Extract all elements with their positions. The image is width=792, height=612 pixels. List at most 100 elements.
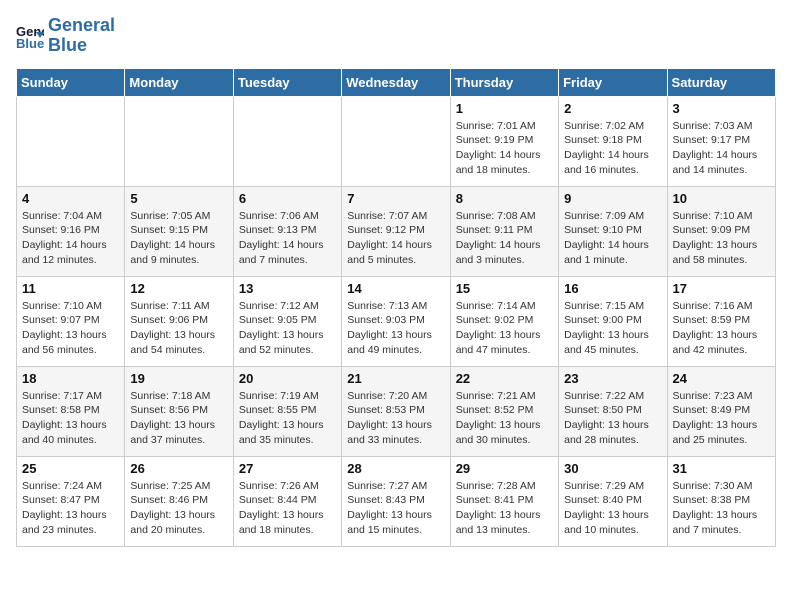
day-number: 21 bbox=[347, 371, 444, 386]
day-info: Sunrise: 7:09 AM Sunset: 9:10 PM Dayligh… bbox=[564, 209, 661, 268]
day-number: 3 bbox=[673, 101, 770, 116]
day-number: 27 bbox=[239, 461, 336, 476]
calendar-week-row: 18 Sunrise: 7:17 AM Sunset: 8:58 PM Dayli… bbox=[17, 366, 776, 456]
day-number: 11 bbox=[22, 281, 119, 296]
calendar-cell: 12 Sunrise: 7:11 AM Sunset: 9:06 PM Dayli… bbox=[125, 276, 233, 366]
day-info: Sunrise: 7:19 AM Sunset: 8:55 PM Dayligh… bbox=[239, 389, 336, 448]
calendar-week-row: 25 Sunrise: 7:24 AM Sunset: 8:47 PM Dayli… bbox=[17, 456, 776, 546]
calendar-cell: 24Sunrise: 7:23 AM Sunset: 8:49 PM Dayli… bbox=[667, 366, 775, 456]
day-number: 8 bbox=[456, 191, 553, 206]
calendar-week-row: 1 Sunrise: 7:01 AM Sunset: 9:19 PM Daylig… bbox=[17, 96, 776, 186]
calendar-cell: 5 Sunrise: 7:05 AM Sunset: 9:15 PM Daylig… bbox=[125, 186, 233, 276]
day-number: 18 bbox=[22, 371, 119, 386]
day-number: 29 bbox=[456, 461, 553, 476]
logo: General Blue GeneralBlue bbox=[16, 16, 115, 56]
calendar-cell: 14 Sunrise: 7:13 AM Sunset: 9:03 PM Dayli… bbox=[342, 276, 450, 366]
day-info: Sunrise: 7:20 AM Sunset: 8:53 PM Dayligh… bbox=[347, 389, 444, 448]
calendar-cell: 30 Sunrise: 7:29 AM Sunset: 8:40 PM Dayli… bbox=[559, 456, 667, 546]
calendar-cell: 19 Sunrise: 7:18 AM Sunset: 8:56 PM Dayli… bbox=[125, 366, 233, 456]
calendar-cell: 7Sunrise: 7:07 AM Sunset: 9:12 PM Daylig… bbox=[342, 186, 450, 276]
day-number: 6 bbox=[239, 191, 336, 206]
calendar-cell: 4 Sunrise: 7:04 AM Sunset: 9:16 PM Daylig… bbox=[17, 186, 125, 276]
day-info: Sunrise: 7:27 AM Sunset: 8:43 PM Dayligh… bbox=[347, 479, 444, 538]
day-info: Sunrise: 7:08 AM Sunset: 9:11 PM Dayligh… bbox=[456, 209, 553, 268]
day-number: 19 bbox=[130, 371, 227, 386]
day-info: Sunrise: 7:02 AM Sunset: 9:18 PM Dayligh… bbox=[564, 119, 661, 178]
day-info: Sunrise: 7:12 AM Sunset: 9:05 PM Dayligh… bbox=[239, 299, 336, 358]
day-number: 25 bbox=[22, 461, 119, 476]
page-header: General Blue GeneralBlue bbox=[16, 16, 776, 56]
day-info: Sunrise: 7:30 AM Sunset: 8:38 PM Dayligh… bbox=[673, 479, 770, 538]
weekday-header-monday: Monday bbox=[125, 68, 233, 96]
calendar-cell bbox=[342, 96, 450, 186]
calendar-cell: 25 Sunrise: 7:24 AM Sunset: 8:47 PM Dayli… bbox=[17, 456, 125, 546]
calendar-cell: 9 Sunrise: 7:09 AM Sunset: 9:10 PM Daylig… bbox=[559, 186, 667, 276]
day-info: Sunrise: 7:25 AM Sunset: 8:46 PM Dayligh… bbox=[130, 479, 227, 538]
day-number: 12 bbox=[130, 281, 227, 296]
logo-text: GeneralBlue bbox=[48, 16, 115, 56]
calendar-cell: 11 Sunrise: 7:10 AM Sunset: 9:07 PM Dayli… bbox=[17, 276, 125, 366]
day-number: 4 bbox=[22, 191, 119, 206]
calendar-cell: 27 Sunrise: 7:26 AM Sunset: 8:44 PM Dayli… bbox=[233, 456, 341, 546]
day-info: Sunrise: 7:03 AM Sunset: 9:17 PM Dayligh… bbox=[673, 119, 770, 178]
day-number: 15 bbox=[456, 281, 553, 296]
day-info: Sunrise: 7:04 AM Sunset: 9:16 PM Dayligh… bbox=[22, 209, 119, 268]
calendar-cell: 3 Sunrise: 7:03 AM Sunset: 9:17 PM Daylig… bbox=[667, 96, 775, 186]
calendar-cell: 8 Sunrise: 7:08 AM Sunset: 9:11 PM Daylig… bbox=[450, 186, 558, 276]
calendar-cell: 2 Sunrise: 7:02 AM Sunset: 9:18 PM Daylig… bbox=[559, 96, 667, 186]
day-info: Sunrise: 7:07 AM Sunset: 9:12 PM Dayligh… bbox=[347, 209, 444, 268]
day-info: Sunrise: 7:24 AM Sunset: 8:47 PM Dayligh… bbox=[22, 479, 119, 538]
calendar-cell: 18 Sunrise: 7:17 AM Sunset: 8:58 PM Dayli… bbox=[17, 366, 125, 456]
day-info: Sunrise: 7:14 AM Sunset: 9:02 PM Dayligh… bbox=[456, 299, 553, 358]
calendar-cell: 16 Sunrise: 7:15 AM Sunset: 9:00 PM Dayli… bbox=[559, 276, 667, 366]
day-info: Sunrise: 7:18 AM Sunset: 8:56 PM Dayligh… bbox=[130, 389, 227, 448]
day-info: Sunrise: 7:13 AM Sunset: 9:03 PM Dayligh… bbox=[347, 299, 444, 358]
day-info: Sunrise: 7:26 AM Sunset: 8:44 PM Dayligh… bbox=[239, 479, 336, 538]
day-number: 30 bbox=[564, 461, 661, 476]
day-number: 2 bbox=[564, 101, 661, 116]
calendar-cell bbox=[233, 96, 341, 186]
day-info: Sunrise: 7:28 AM Sunset: 8:41 PM Dayligh… bbox=[456, 479, 553, 538]
weekday-header-saturday: Saturday bbox=[667, 68, 775, 96]
logo-icon: General Blue bbox=[16, 22, 44, 50]
day-info: Sunrise: 7:22 AM Sunset: 8:50 PM Dayligh… bbox=[564, 389, 661, 448]
day-info: Sunrise: 7:10 AM Sunset: 9:07 PM Dayligh… bbox=[22, 299, 119, 358]
weekday-header-friday: Friday bbox=[559, 68, 667, 96]
calendar-cell: 26Sunrise: 7:25 AM Sunset: 8:46 PM Dayli… bbox=[125, 456, 233, 546]
day-number: 20 bbox=[239, 371, 336, 386]
day-info: Sunrise: 7:21 AM Sunset: 8:52 PM Dayligh… bbox=[456, 389, 553, 448]
day-number: 13 bbox=[239, 281, 336, 296]
day-number: 10 bbox=[673, 191, 770, 206]
calendar-cell: 17Sunrise: 7:16 AM Sunset: 8:59 PM Dayli… bbox=[667, 276, 775, 366]
day-info: Sunrise: 7:29 AM Sunset: 8:40 PM Dayligh… bbox=[564, 479, 661, 538]
day-number: 16 bbox=[564, 281, 661, 296]
calendar-cell: 15 Sunrise: 7:14 AM Sunset: 9:02 PM Dayli… bbox=[450, 276, 558, 366]
day-info: Sunrise: 7:01 AM Sunset: 9:19 PM Dayligh… bbox=[456, 119, 553, 178]
day-info: Sunrise: 7:05 AM Sunset: 9:15 PM Dayligh… bbox=[130, 209, 227, 268]
calendar-cell: 21 Sunrise: 7:20 AM Sunset: 8:53 PM Dayli… bbox=[342, 366, 450, 456]
day-info: Sunrise: 7:06 AM Sunset: 9:13 PM Dayligh… bbox=[239, 209, 336, 268]
day-number: 23 bbox=[564, 371, 661, 386]
day-number: 31 bbox=[673, 461, 770, 476]
calendar-table: SundayMondayTuesdayWednesdayThursdayFrid… bbox=[16, 68, 776, 547]
day-number: 1 bbox=[456, 101, 553, 116]
calendar-cell: 22Sunrise: 7:21 AM Sunset: 8:52 PM Dayli… bbox=[450, 366, 558, 456]
day-info: Sunrise: 7:23 AM Sunset: 8:49 PM Dayligh… bbox=[673, 389, 770, 448]
calendar-cell: 31 Sunrise: 7:30 AM Sunset: 8:38 PM Dayli… bbox=[667, 456, 775, 546]
calendar-cell: 23 Sunrise: 7:22 AM Sunset: 8:50 PM Dayli… bbox=[559, 366, 667, 456]
calendar-cell bbox=[17, 96, 125, 186]
calendar-week-row: 11 Sunrise: 7:10 AM Sunset: 9:07 PM Dayli… bbox=[17, 276, 776, 366]
day-info: Sunrise: 7:17 AM Sunset: 8:58 PM Dayligh… bbox=[22, 389, 119, 448]
day-number: 28 bbox=[347, 461, 444, 476]
day-info: Sunrise: 7:11 AM Sunset: 9:06 PM Dayligh… bbox=[130, 299, 227, 358]
calendar-cell: 6 Sunrise: 7:06 AM Sunset: 9:13 PM Daylig… bbox=[233, 186, 341, 276]
day-info: Sunrise: 7:15 AM Sunset: 9:00 PM Dayligh… bbox=[564, 299, 661, 358]
calendar-cell: 20 Sunrise: 7:19 AM Sunset: 8:55 PM Dayli… bbox=[233, 366, 341, 456]
weekday-header-wednesday: Wednesday bbox=[342, 68, 450, 96]
day-number: 9 bbox=[564, 191, 661, 206]
weekday-header-row: SundayMondayTuesdayWednesdayThursdayFrid… bbox=[17, 68, 776, 96]
calendar-cell: 29 Sunrise: 7:28 AM Sunset: 8:41 PM Dayli… bbox=[450, 456, 558, 546]
calendar-cell: 10Sunrise: 7:10 AM Sunset: 9:09 PM Dayli… bbox=[667, 186, 775, 276]
day-number: 14 bbox=[347, 281, 444, 296]
day-number: 5 bbox=[130, 191, 227, 206]
